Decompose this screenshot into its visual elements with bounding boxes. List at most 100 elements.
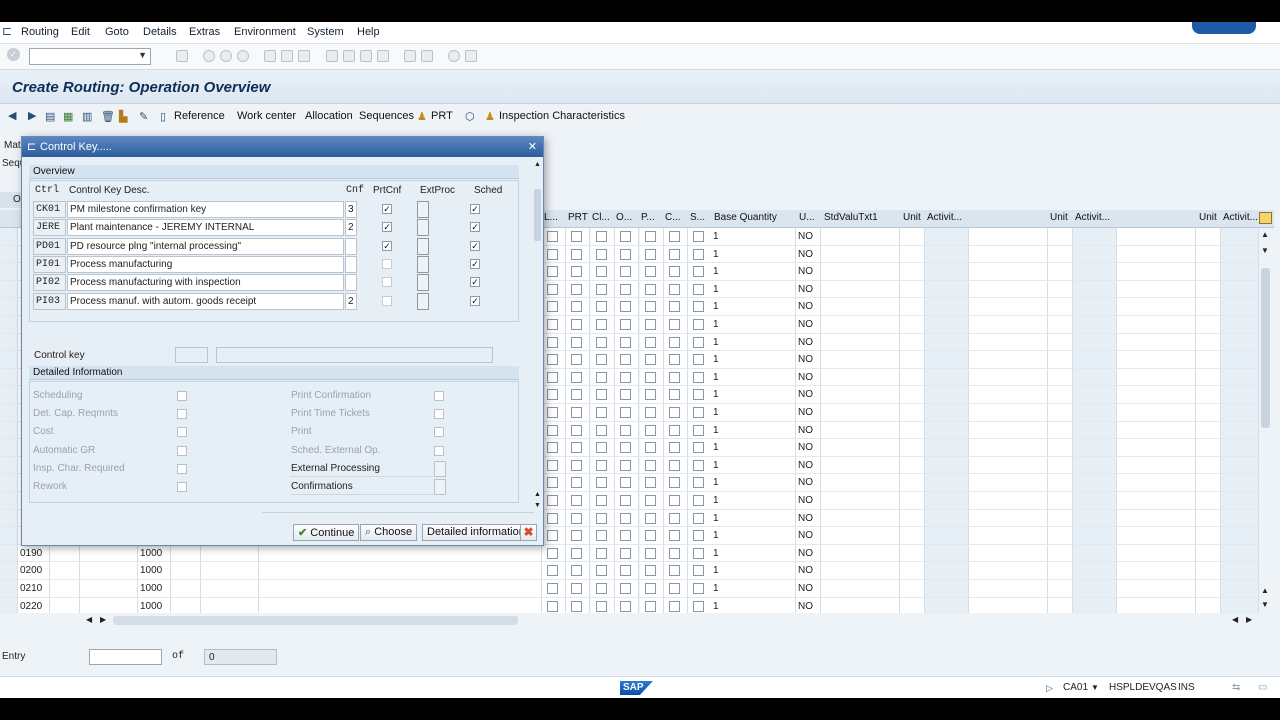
activity-1-cell[interactable]	[925, 316, 969, 334]
row-checkbox[interactable]	[620, 319, 631, 330]
description-cell[interactable]	[259, 544, 542, 563]
cancel-dialog-button[interactable]: ✖	[520, 524, 537, 541]
unit-2-cell[interactable]	[1048, 474, 1073, 492]
base-quantity-cell[interactable]: 1	[711, 421, 796, 440]
row-checkbox[interactable]	[693, 301, 704, 313]
unit-2-cell[interactable]	[1048, 228, 1073, 246]
row-checkbox[interactable]	[596, 583, 607, 594]
activity-2-cell[interactable]	[1073, 245, 1117, 264]
scroll-left-icon[interactable]: ◀	[86, 615, 92, 624]
unit-3-cell[interactable]	[1196, 562, 1221, 580]
activity-3-cell[interactable]	[1221, 298, 1259, 316]
activity-1-cell[interactable]	[925, 351, 969, 369]
stdvalue-2-cell[interactable]	[969, 245, 1048, 264]
base-quantity-cell[interactable]: 1	[711, 386, 796, 404]
menu-goto[interactable]: Goto	[105, 26, 129, 38]
activity-1-cell[interactable]	[925, 280, 969, 299]
unit-3-cell[interactable]	[1196, 333, 1221, 352]
base-quantity-cell[interactable]: 1	[711, 456, 796, 475]
unit-cell[interactable]: NO	[796, 544, 821, 563]
activity-1-cell[interactable]	[925, 245, 969, 264]
base-quantity-cell[interactable]: 1	[711, 527, 796, 545]
row-selector[interactable]	[0, 263, 18, 281]
control-key-code[interactable]: JERE	[33, 219, 66, 237]
stdvalue-cell[interactable]	[821, 544, 900, 563]
stdvalue-2-cell[interactable]	[969, 439, 1048, 457]
stdvalue-cell[interactable]	[821, 316, 900, 334]
row-checkbox[interactable]	[547, 371, 558, 383]
row-checkbox[interactable]	[645, 283, 656, 295]
unit-2-cell[interactable]	[1048, 544, 1073, 563]
ctrl-key-cell[interactable]	[171, 562, 201, 580]
status-play-icon[interactable]: ▷	[1046, 683, 1053, 694]
scroll-down-icon[interactable]: ▼	[1261, 600, 1269, 609]
activity-2-cell[interactable]	[1073, 580, 1117, 598]
activity-2-cell[interactable]	[1073, 351, 1117, 369]
column-settings-icon[interactable]	[1259, 212, 1272, 224]
new-session-icon[interactable]	[404, 50, 416, 62]
row-checkbox[interactable]	[669, 407, 680, 418]
work-center-cell[interactable]: 1000	[138, 580, 171, 598]
operation-cell[interactable]: 0210	[18, 580, 50, 598]
activity-1-cell[interactable]	[925, 421, 969, 440]
std-text-key-cell[interactable]	[201, 544, 259, 563]
unit-2-cell[interactable]	[1048, 333, 1073, 352]
stdvalue-cell[interactable]	[821, 263, 900, 281]
h-scroll-thumb[interactable]	[113, 616, 518, 625]
stdvalue-2-cell[interactable]	[969, 298, 1048, 316]
row-checkbox[interactable]	[620, 530, 631, 542]
row-checkbox[interactable]	[547, 547, 558, 559]
stdvalue-2-cell[interactable]	[969, 386, 1048, 404]
stdvalue-3-cell[interactable]	[1117, 351, 1196, 369]
stdvalue-2-cell[interactable]	[969, 580, 1048, 598]
unit-1-cell[interactable]	[900, 368, 925, 387]
save-icon[interactable]	[176, 50, 188, 62]
row-checkbox[interactable]	[547, 407, 558, 418]
stdvalue-2-cell[interactable]	[969, 562, 1048, 580]
prt-button[interactable]: PRT	[431, 110, 453, 122]
base-quantity-cell[interactable]: 1	[711, 544, 796, 563]
stdvalue-3-cell[interactable]	[1117, 404, 1196, 422]
control-key-code[interactable]: PD01	[33, 237, 66, 255]
control-key-description[interactable]: PM milestone confirmation key	[67, 201, 344, 218]
row-checkbox[interactable]	[547, 583, 558, 594]
unit-2-cell[interactable]	[1048, 280, 1073, 299]
stdvalue-cell[interactable]	[821, 228, 900, 246]
stdvalue-cell[interactable]	[821, 351, 900, 369]
row-checkbox[interactable]	[547, 319, 558, 330]
row-checkbox[interactable]	[571, 424, 582, 436]
unit-2-cell[interactable]	[1048, 527, 1073, 545]
unit-1-cell[interactable]	[900, 280, 925, 299]
row-checkbox[interactable]	[669, 530, 680, 542]
activity-1-cell[interactable]	[925, 368, 969, 387]
row-checkbox[interactable]	[596, 547, 607, 559]
row-checkbox[interactable]	[669, 266, 680, 278]
row-checkbox[interactable]	[645, 459, 656, 471]
unit-cell[interactable]: NO	[796, 456, 821, 475]
row-checkbox[interactable]	[693, 354, 704, 366]
col-prt[interactable]: PRT	[568, 212, 588, 223]
col-sched[interactable]: Sched	[474, 185, 502, 196]
dialog-scroll-down-icon[interactable]: ▲	[534, 491, 541, 498]
select-all-icon[interactable]: ▦	[63, 110, 73, 123]
row-checkbox[interactable]	[620, 512, 631, 524]
unit-2-cell[interactable]	[1048, 351, 1073, 369]
unit-3-cell[interactable]	[1196, 474, 1221, 492]
base-quantity-cell[interactable]: 1	[711, 316, 796, 334]
status-tcode[interactable]: CA01	[1063, 682, 1088, 693]
row-checkbox[interactable]	[693, 389, 704, 401]
find-next-icon[interactable]	[298, 50, 310, 62]
activity-2-cell[interactable]	[1073, 474, 1117, 492]
unit-1-cell[interactable]	[900, 333, 925, 352]
scroll-up-icon[interactable]: ▲	[1261, 230, 1269, 239]
row-checkbox[interactable]	[596, 319, 607, 330]
extproc-checkbox[interactable]	[417, 237, 429, 255]
unit-3-cell[interactable]	[1196, 386, 1221, 404]
row-checkbox[interactable]	[693, 530, 704, 542]
stdvalue-cell[interactable]	[821, 562, 900, 580]
control-key-code[interactable]: PI03	[33, 292, 66, 310]
row-selector[interactable]	[0, 439, 18, 457]
base-quantity-cell[interactable]: 1	[711, 492, 796, 510]
stdvalue-3-cell[interactable]	[1117, 509, 1196, 528]
unit-2-cell[interactable]	[1048, 562, 1073, 580]
